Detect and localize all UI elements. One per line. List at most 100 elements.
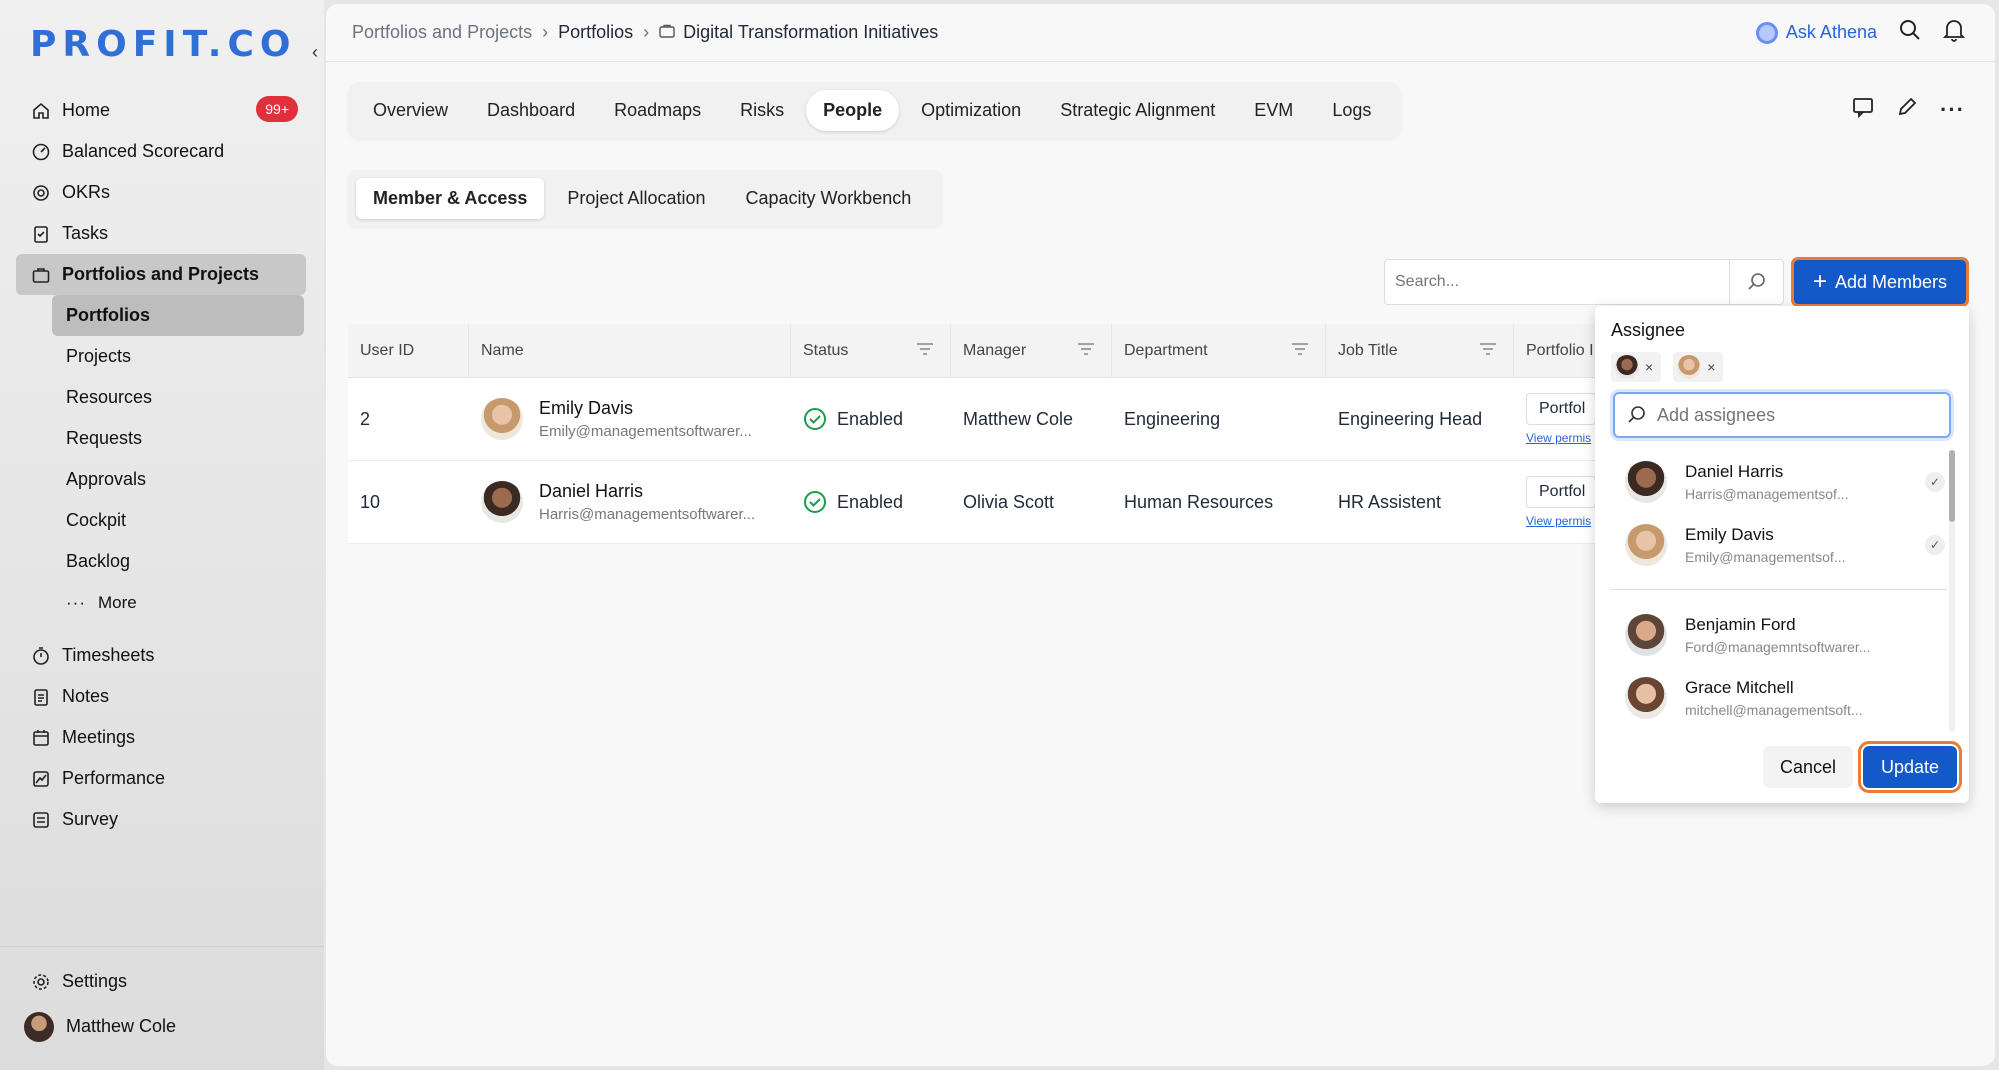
- sidebar-subitem-portfolios[interactable]: Portfolios: [52, 295, 304, 336]
- avatar: [481, 481, 523, 523]
- tab-logs[interactable]: Logs: [1315, 90, 1388, 131]
- subtab-member-access[interactable]: Member & Access: [356, 177, 545, 219]
- assignee-option-emily-davis[interactable]: Emily Davis Emily@managementsof... ✓: [1595, 513, 1963, 576]
- collapse-sidebar-icon[interactable]: ‹: [312, 42, 318, 63]
- sidebar-item-survey[interactable]: Survey: [16, 799, 306, 840]
- breadcrumb-portfolios[interactable]: Portfolios: [558, 22, 633, 43]
- sidebar-item-label: Notes: [62, 686, 110, 706]
- view-permissions-link[interactable]: View permis: [1526, 514, 1596, 528]
- column-header-job-title[interactable]: Job Title: [1326, 324, 1514, 377]
- assignee-title: Assignee: [1611, 320, 1686, 340]
- search-icon[interactable]: [1899, 19, 1921, 46]
- remove-chip-icon[interactable]: ×: [1645, 359, 1653, 375]
- header-label: Name: [481, 341, 524, 359]
- sidebar-subitem-backlog[interactable]: Backlog: [52, 541, 304, 582]
- tab-people[interactable]: People: [806, 89, 900, 131]
- column-header-department[interactable]: Department: [1112, 324, 1326, 377]
- tab-evm[interactable]: EVM: [1237, 90, 1310, 131]
- filter-icon[interactable]: [1479, 342, 1497, 361]
- user-profile[interactable]: Matthew Cole: [10, 1006, 308, 1047]
- stopwatch-icon: [30, 645, 52, 667]
- bell-icon[interactable]: [1942, 18, 1966, 47]
- selected-assignees: × ×: [1611, 352, 1724, 382]
- sidebar-item-timesheets[interactable]: Timesheets: [16, 635, 306, 676]
- main-tabs: Overview Dashboard Roadmaps Risks People…: [348, 82, 1402, 138]
- search-input[interactable]: [1385, 273, 1725, 291]
- update-button[interactable]: Update: [1858, 741, 1962, 793]
- sidebar-subitem-requests[interactable]: Requests: [52, 418, 304, 459]
- sidebar-item-tasks[interactable]: Tasks: [16, 213, 306, 254]
- sidebar-item-okrs[interactable]: OKRs: [16, 172, 306, 213]
- manager-cell: Matthew Cole: [963, 408, 1074, 429]
- sidebar-subitem-approvals[interactable]: Approvals: [52, 459, 304, 500]
- breadcrumb-current: Digital Transformation Initiatives: [683, 22, 939, 42]
- ask-athena-button[interactable]: Ask Athena: [1755, 21, 1877, 44]
- filter-icon[interactable]: [916, 342, 934, 361]
- breadcrumb-separator: ›: [542, 22, 549, 42]
- plus-icon: +: [1812, 268, 1827, 295]
- add-members-button[interactable]: + Add Members: [1791, 257, 1969, 307]
- topbar-actions: Ask Athena: [1755, 18, 1966, 47]
- tab-strategic-alignment[interactable]: Strategic Alignment: [1043, 90, 1232, 131]
- assignee-option-daniel-harris[interactable]: Daniel Harris Harris@managementsof... ✓: [1595, 450, 1963, 513]
- calendar-icon: [30, 727, 52, 749]
- assignee-option-benjamin-ford[interactable]: Benjamin Ford Ford@managemntsoftwarer...: [1595, 603, 1963, 666]
- sidebar-item-label: Timesheets: [62, 645, 155, 665]
- sidebar-item-portfolios-and-projects[interactable]: Portfolios and Projects: [16, 254, 306, 295]
- sidebar-item-balanced-scorecard[interactable]: Balanced Scorecard: [16, 131, 306, 172]
- home-icon: [30, 100, 52, 122]
- sidebar-item-notes[interactable]: Notes: [16, 676, 306, 717]
- status-label: Enabled: [837, 491, 904, 512]
- survey-icon: [30, 809, 52, 831]
- more-options-icon[interactable]: ···: [1940, 97, 1965, 123]
- sidebar-item-home[interactable]: Home 99+: [16, 90, 306, 131]
- sidebar-item-label: Balanced Scorecard: [62, 141, 225, 161]
- user-id: 2: [360, 408, 371, 429]
- assignee-scrollbar[interactable]: [1949, 450, 1955, 732]
- sidebar-subitem-projects[interactable]: Projects: [52, 336, 304, 377]
- portfolio-role-select[interactable]: Portfol: [1526, 393, 1596, 425]
- column-header-name[interactable]: Name: [469, 324, 791, 377]
- tab-optimization[interactable]: Optimization: [904, 90, 1038, 131]
- table-row[interactable]: 10 Daniel Harris Harris@managementsoftwa…: [348, 461, 1648, 544]
- filter-icon[interactable]: [1291, 342, 1309, 361]
- add-assignees-input[interactable]: [1657, 404, 1937, 426]
- scrollbar-thumb[interactable]: [1949, 450, 1955, 522]
- search-button[interactable]: [1729, 260, 1783, 304]
- subtab-capacity-workbench[interactable]: Capacity Workbench: [728, 178, 928, 219]
- tab-risks[interactable]: Risks: [723, 90, 801, 131]
- tab-roadmaps[interactable]: Roadmaps: [597, 90, 718, 131]
- sidebar-item-settings[interactable]: Settings: [16, 961, 308, 1002]
- notification-badge: 99+: [256, 96, 298, 122]
- profitco-logo[interactable]: PROFIT.CO: [30, 24, 296, 65]
- manager-cell: Olivia Scott: [963, 491, 1055, 512]
- portfolio-role-select[interactable]: Portfol: [1526, 476, 1596, 508]
- header-label: Status: [803, 341, 849, 359]
- column-header-manager[interactable]: Manager: [951, 324, 1112, 377]
- comment-icon[interactable]: [1852, 96, 1874, 123]
- cancel-button[interactable]: Cancel: [1763, 746, 1853, 788]
- tab-overview[interactable]: Overview: [356, 90, 465, 131]
- assignee-option-grace-mitchell[interactable]: Grace Mitchell mitchell@managementsoft..…: [1595, 666, 1963, 729]
- table-row[interactable]: 2 Emily Davis Emily@managementsoftwarer.…: [348, 378, 1648, 461]
- sidebar-subitem-more[interactable]: ··· More: [52, 582, 304, 623]
- view-permissions-link[interactable]: View permis: [1526, 431, 1596, 445]
- sidebar-item-performance[interactable]: Performance: [16, 758, 306, 799]
- avatar: [24, 1011, 54, 1042]
- gear-icon: [30, 971, 52, 993]
- sidebar-item-label: Tasks: [62, 223, 109, 243]
- remove-chip-icon[interactable]: ×: [1707, 359, 1715, 375]
- edit-icon[interactable]: [1896, 96, 1918, 123]
- breadcrumb-root[interactable]: Portfolios and Projects: [352, 22, 532, 43]
- tab-dashboard[interactable]: Dashboard: [470, 90, 592, 131]
- header-label: Department: [1124, 341, 1208, 359]
- column-header-status[interactable]: Status: [791, 324, 951, 377]
- sidebar-item-meetings[interactable]: Meetings: [16, 717, 306, 758]
- search-icon: [1628, 406, 1645, 423]
- target-icon: [30, 182, 52, 204]
- subtab-project-allocation[interactable]: Project Allocation: [550, 178, 722, 219]
- filter-icon[interactable]: [1077, 342, 1095, 361]
- sidebar-subitem-resources[interactable]: Resources: [52, 377, 304, 418]
- column-header-user-id[interactable]: User ID: [348, 324, 469, 377]
- sidebar-subitem-cockpit[interactable]: Cockpit: [52, 500, 304, 541]
